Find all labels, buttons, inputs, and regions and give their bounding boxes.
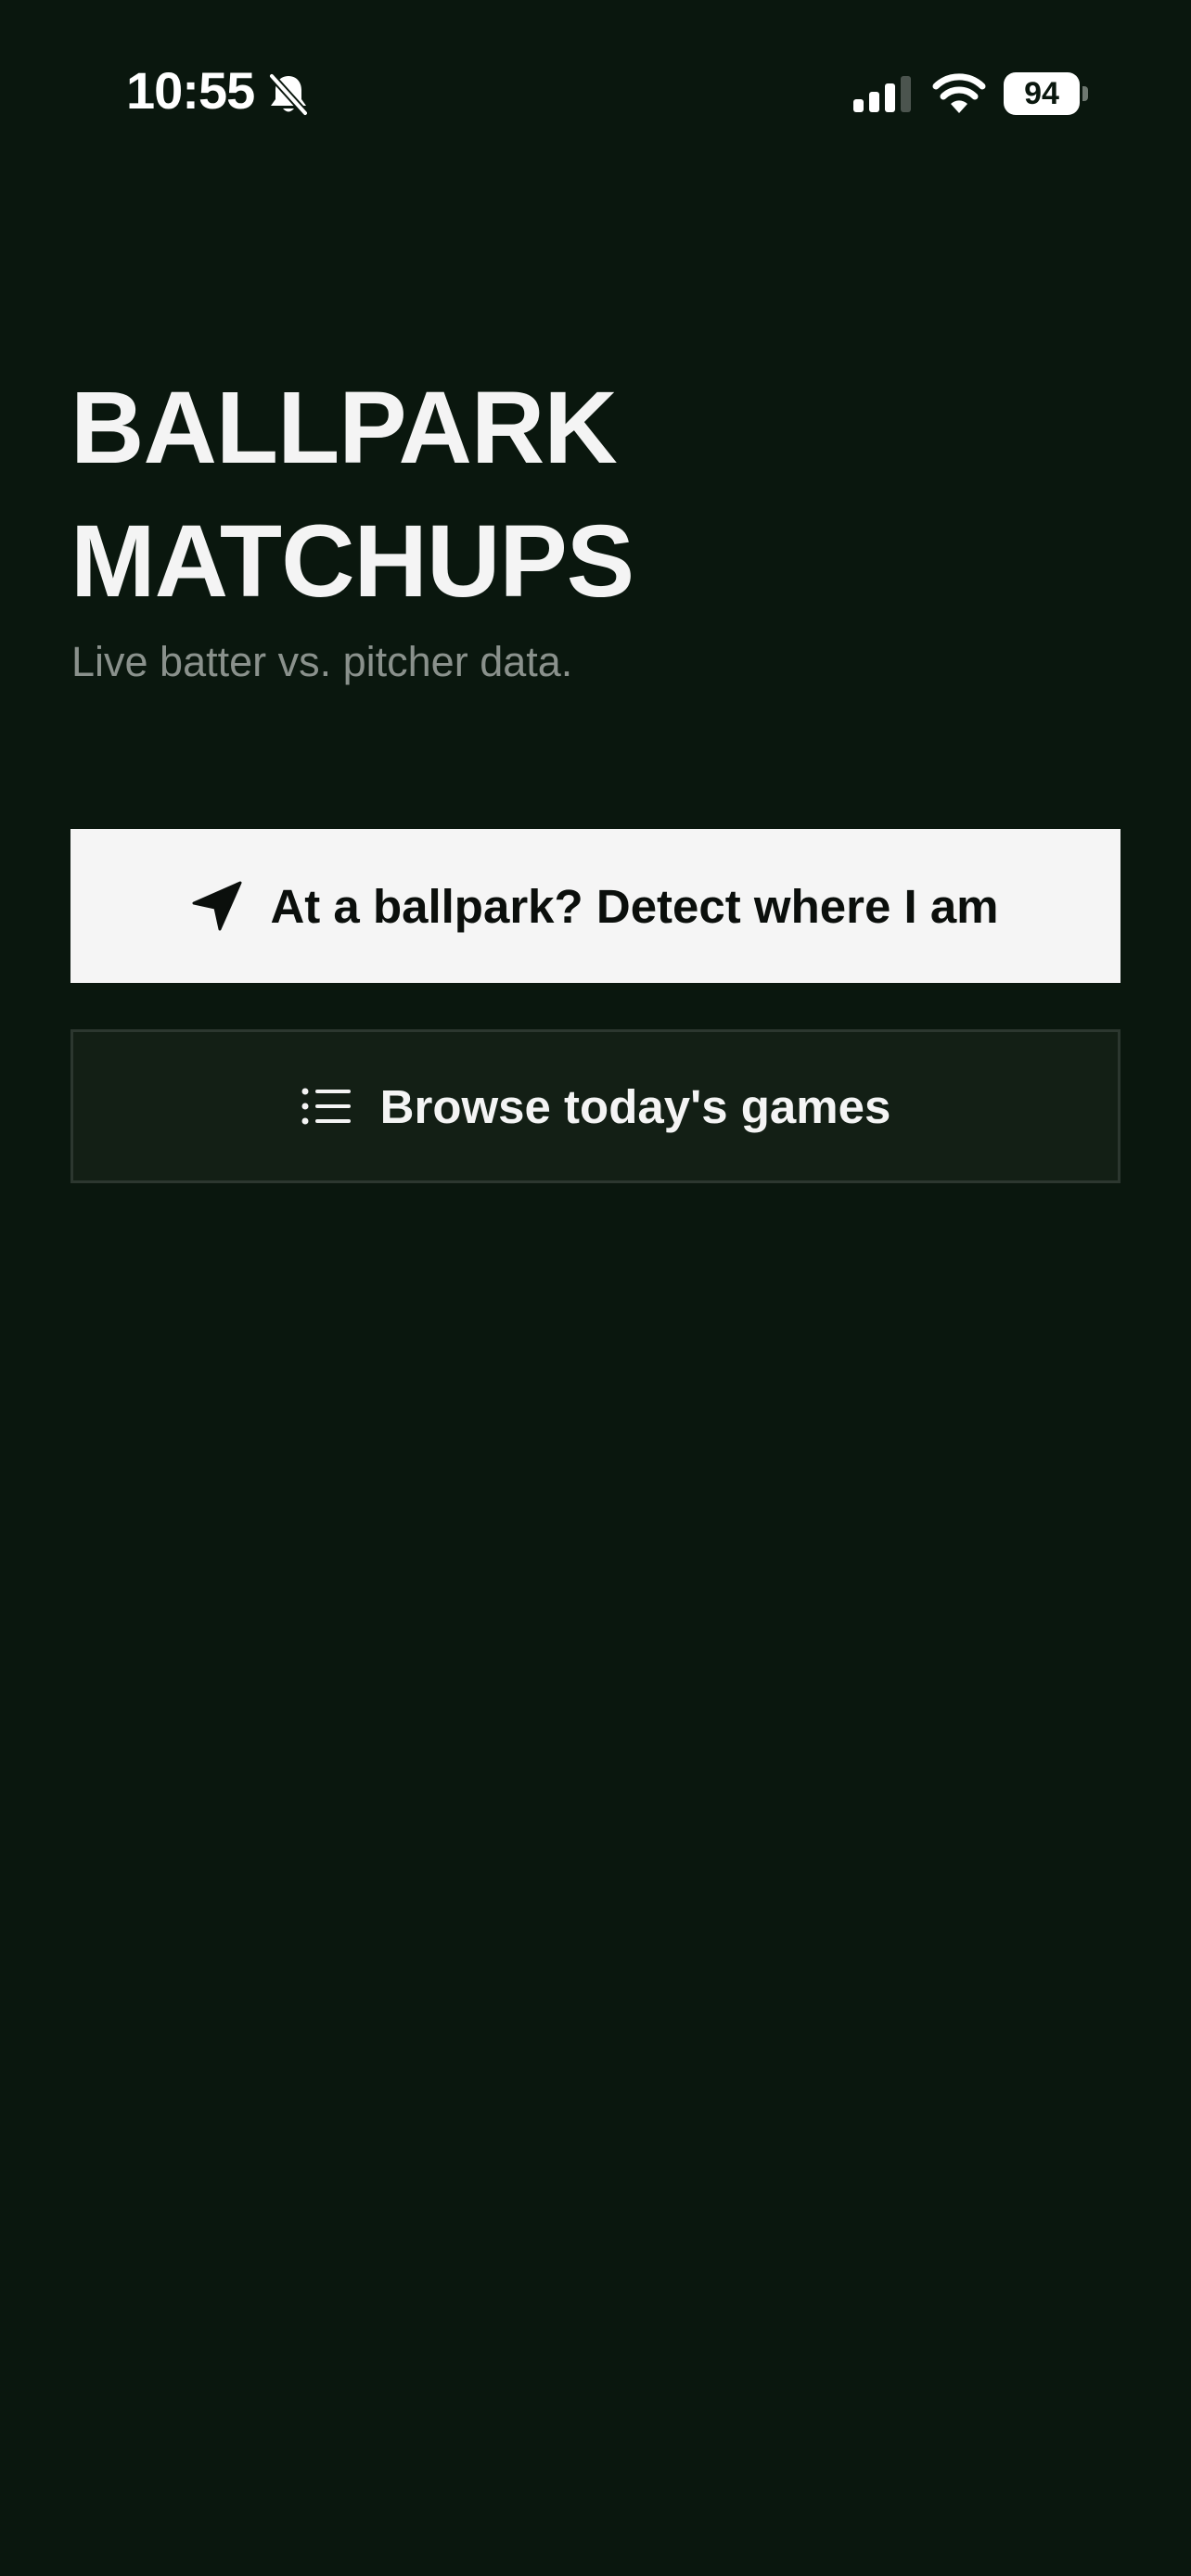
browse-games-label: Browse today's games [379, 1079, 891, 1133]
battery-icon: 94 [1004, 72, 1089, 115]
app-title: BALLPARK MATCHUPS [70, 362, 998, 629]
status-bar: 10:55 94 [0, 0, 1191, 139]
detect-location-button[interactable]: At a ballpark? Detect where I am [70, 829, 1121, 983]
app-title-line-2: MATCHUPS [70, 504, 634, 618]
location-arrow-icon [192, 881, 242, 931]
list-icon [301, 1088, 351, 1125]
browse-games-button[interactable]: Browse today's games [70, 1029, 1121, 1183]
status-time: 10:55 [126, 61, 255, 120]
detect-location-label: At a ballpark? Detect where I am [270, 879, 999, 933]
app-subtitle: Live batter vs. pitcher data. [71, 638, 573, 685]
cellular-signal-icon [853, 76, 911, 112]
bell-slash-icon [268, 72, 309, 117]
app-title-line-1: BALLPARK [70, 371, 618, 485]
wifi-icon [932, 73, 986, 113]
battery-cap [1082, 86, 1088, 101]
battery-level: 94 [1004, 72, 1080, 115]
